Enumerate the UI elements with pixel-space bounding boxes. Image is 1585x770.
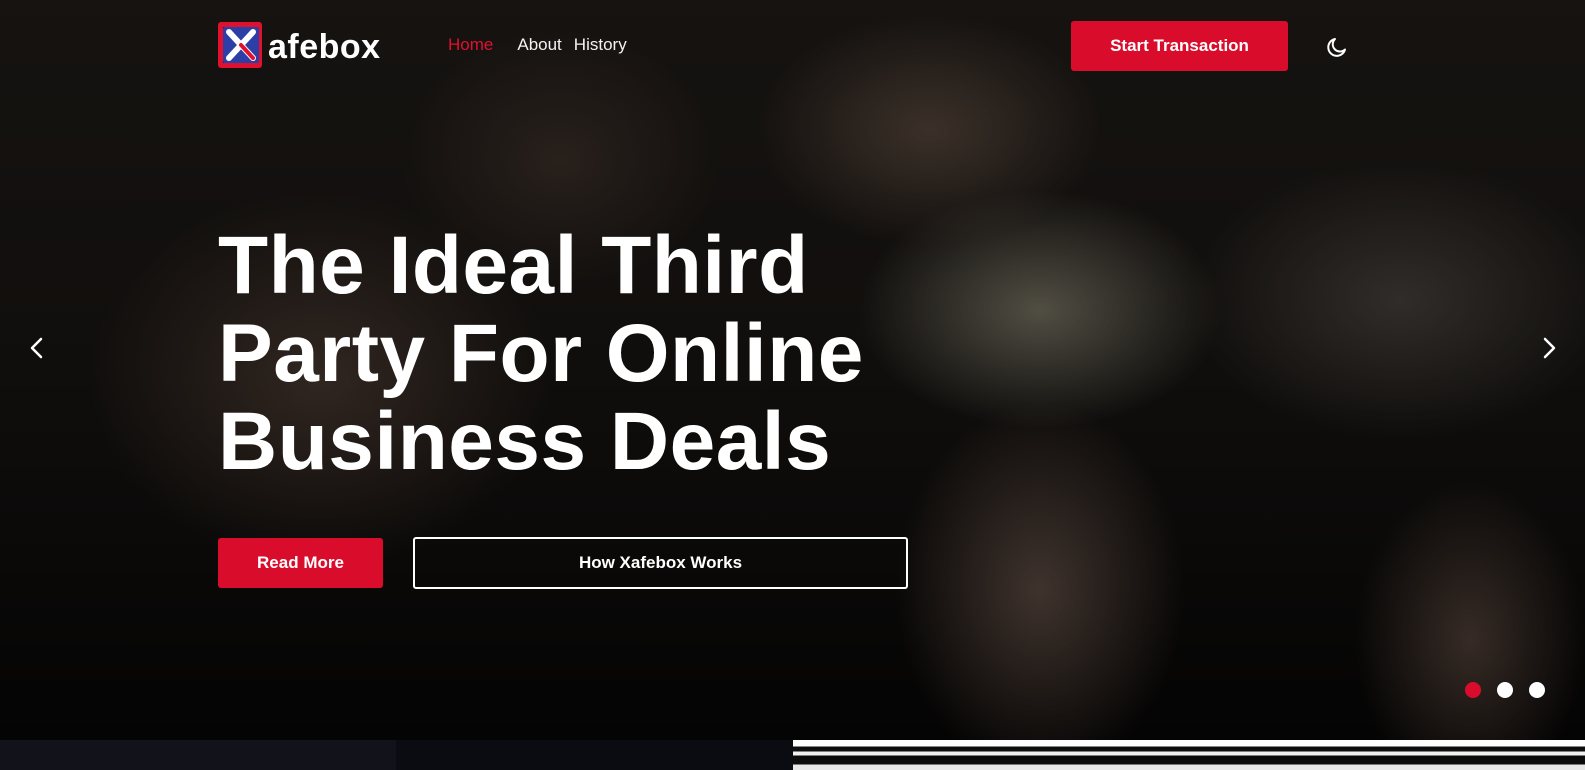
- next-section-preview: [0, 740, 1585, 770]
- nav-item-home[interactable]: Home: [448, 35, 493, 55]
- slide-indicators: [1465, 682, 1561, 698]
- logo-icon: [218, 22, 266, 72]
- how-it-works-button[interactable]: How Xafebox Works: [413, 537, 908, 589]
- logo-text: afebox: [268, 27, 381, 66]
- chevron-right-icon[interactable]: [1534, 333, 1564, 363]
- read-more-button[interactable]: Read More: [218, 538, 383, 588]
- nav-item-history[interactable]: History: [574, 35, 627, 55]
- slide-dot-2[interactable]: [1497, 682, 1513, 698]
- moon-icon[interactable]: [1325, 35, 1349, 59]
- chevron-left-icon[interactable]: [22, 333, 52, 363]
- slide-dot-1[interactable]: [1465, 682, 1481, 698]
- main-nav: Home About History: [448, 35, 639, 55]
- nav-item-about[interactable]: About: [517, 35, 561, 55]
- hero-headline: The Ideal Third Party For Online Busines…: [218, 220, 864, 487]
- start-transaction-button[interactable]: Start Transaction: [1071, 21, 1288, 71]
- site-logo[interactable]: afebox: [218, 22, 381, 72]
- slide-dot-3[interactable]: [1529, 682, 1545, 698]
